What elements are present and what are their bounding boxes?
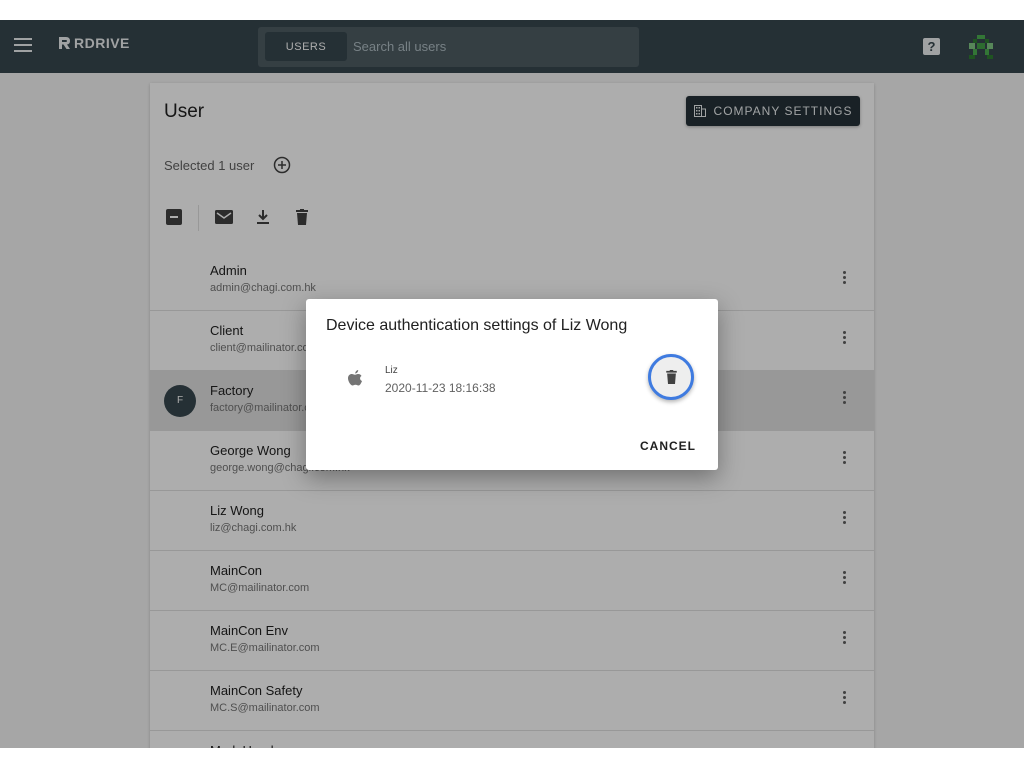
cancel-button[interactable]: CANCEL [640, 439, 696, 453]
app-frame: RDRIVE USERS ? User [0, 20, 1024, 748]
device-name: Liz [385, 365, 398, 376]
delete-device-button[interactable] [648, 354, 694, 400]
apple-icon [348, 370, 362, 386]
device-auth-dialog: Device authentication settings of Liz Wo… [306, 299, 718, 470]
device-registered-date: 2020-11-23 18:16:38 [385, 381, 496, 395]
dialog-title: Device authentication settings of Liz Wo… [326, 317, 628, 334]
delete-icon [665, 370, 677, 384]
